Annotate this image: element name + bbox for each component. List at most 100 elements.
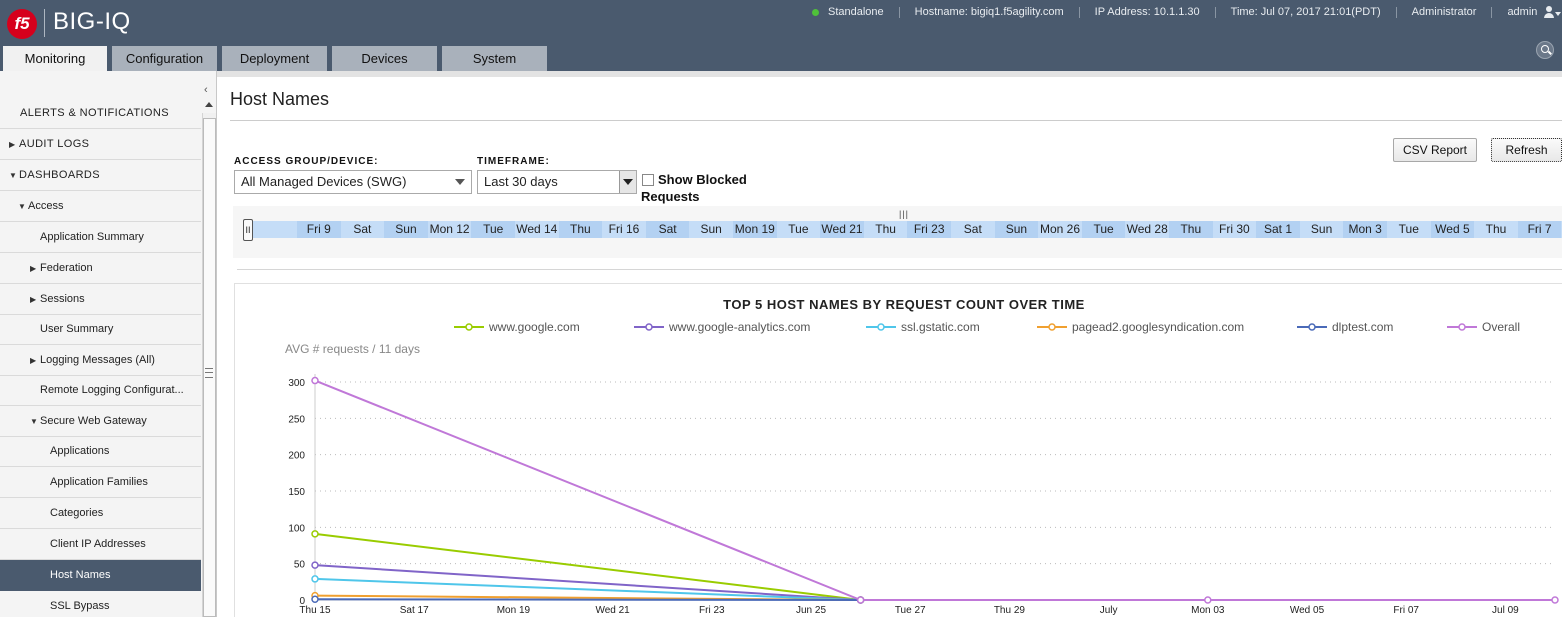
data-point [311,530,319,538]
timeline-day-label: Sat [353,222,372,236]
sidebar-item-label: Applications [50,445,110,457]
top-bar: f5 BIG-IQ Standalone Hostname: bigiq1.f5… [0,0,1562,71]
timeline-day-label: Thu [1485,222,1507,236]
tab-devices[interactable]: Devices [332,46,437,71]
status-bar: Standalone Hostname: bigiq1.f5agility.co… [812,5,1562,19]
f5-logo[interactable]: f5 [7,9,37,39]
timeframe-value: Last 30 days [484,174,558,189]
data-point [311,376,319,385]
timeline-day-label: Sat [963,222,982,236]
x-tick-label: Sat 17 [400,605,429,616]
timeline-day-label: Tue [1081,221,1126,238]
content-top-strip [217,71,1562,77]
x-tick-label: Mon 03 [1191,605,1225,616]
show-blocked-label: Show Blocked Requests [641,172,747,204]
timeline-day-label: Fri 9 [297,221,341,238]
legend-marker [1308,323,1316,331]
caret-down-icon[interactable]: ▼ [9,161,19,190]
sidebar-item-secure-web-gateway[interactable]: ▼ Secure Web Gateway [0,406,201,437]
sidebar-item-label: Categories [50,507,104,519]
scroll-up-icon[interactable] [205,102,213,107]
x-tick-label: Wed 05 [1290,605,1325,616]
x-tick-label: Thu 15 [299,605,331,616]
sidebar-item-label: AUDIT LOGS [19,138,90,150]
timeline-day-label: Fri 7 [1517,221,1562,238]
series-line [314,379,1555,601]
data-point [311,575,319,583]
sidebar-item-alerts-notifications[interactable]: ALERTS & NOTIFICATIONS [0,98,201,129]
csv-report-button[interactable]: CSV Report [1393,138,1477,162]
user-menu-icon[interactable] [1544,5,1562,19]
data-point [1551,596,1559,604]
sidebar-item-access[interactable]: ▼ Access [0,191,201,222]
caret-right-icon[interactable]: ▶ [9,130,19,159]
dropdown-arrow-icon[interactable] [619,171,636,193]
legend-label: ssl.gstatic.com [901,320,980,334]
sidebar-item-label: Logging Messages (All) [40,354,155,366]
sidebar-item-label: DASHBOARDS [19,169,101,181]
sidebar-item-ssl-bypass[interactable]: SSL Bypass [0,591,201,617]
timeline-day-label: Wed 14 [516,222,558,236]
sidebar-item-client-ip-addresses[interactable]: Client IP Addresses [0,529,201,560]
series-line [314,598,861,601]
sidebar-item-dashboards[interactable]: ▼ DASHBOARDS [0,160,201,191]
sidebar-item-remote-logging-configurat[interactable]: Remote Logging Configurat... [0,375,201,406]
timeline-day-label: Tue [471,221,515,238]
caret-down-icon[interactable]: ▼ [18,192,28,221]
legend-label: www.google.com [488,320,580,334]
sidebar-item-applications[interactable]: Applications [0,436,201,467]
sidebar-item-host-names[interactable]: Host Names [0,560,201,591]
show-blocked-checkbox[interactable] [642,174,654,186]
caret-right-icon[interactable]: ▶ [30,285,40,314]
sidebar-item-label: Federation [40,262,93,274]
timeframe-select[interactable]: Last 30 days [477,170,637,194]
timeline-grip-icon[interactable]: ||| [899,209,909,219]
sidebar-item-logging-messages-all[interactable]: ▶ Logging Messages (All) [0,345,201,376]
sidebar-item-label: User Summary [40,323,114,335]
legend-label: dlptest.com [1332,320,1393,334]
x-tick-label: July [1100,605,1118,616]
tab-system[interactable]: System [442,46,547,71]
dropdown-arrow-icon [455,179,465,185]
timeline-day-label: Sun [700,222,722,236]
tab-deployment[interactable]: Deployment [222,46,327,71]
timeline-day-label: Tue [788,222,809,236]
sidebar-item-sessions[interactable]: ▶ Sessions [0,284,201,315]
sidebar-item-label: Sessions [40,293,85,305]
x-tick-label: Wed 21 [595,605,630,616]
access-group-select[interactable]: All Managed Devices (SWG) [234,170,472,194]
x-tick-label: Tue 27 [895,605,926,616]
collapse-sidebar-icon[interactable]: ‹ [204,84,214,96]
tab-configuration[interactable]: Configuration [112,46,217,71]
tab-monitoring[interactable]: Monitoring [3,46,107,71]
legend-marker [877,323,885,331]
caret-right-icon[interactable]: ▶ [30,254,40,283]
caret-right-icon[interactable]: ▶ [30,346,40,375]
sidebar-item-application-families[interactable]: Application Families [0,467,201,498]
sidebar-item-user-summary[interactable]: User Summary [0,314,201,345]
timeline-handle[interactable]: II [243,219,253,241]
status-divider [898,6,900,18]
timeframe-label: TIMEFRAME: [477,156,550,167]
timeline-day-label: Sat 1 [1256,221,1300,238]
timeline-day-label: Sun [994,221,1039,238]
sidebar-item-federation[interactable]: ▶ Federation [0,253,201,284]
sidebar-item-label: Access [28,200,64,212]
sidebar-item-application-summary[interactable]: Application Summary [0,222,201,253]
product-name: BIG-IQ [53,8,131,35]
resize-handle-icon[interactable] [205,368,213,378]
sidebar-item-label: Secure Web Gateway [40,415,147,427]
sidebar-item-audit-logs[interactable]: ▶ AUDIT LOGS [0,129,201,160]
refresh-button[interactable]: Refresh [1491,138,1562,162]
timeline-day-label: Thu [1169,221,1213,238]
legend-marker [465,323,473,331]
caret-down-icon[interactable]: ▼ [30,407,40,436]
timeline-day-label: Mon 12 [429,222,470,236]
username[interactable]: admin [1507,6,1537,18]
sidebar-item-categories[interactable]: Categories [0,498,201,529]
y-tick-label: 100 [288,523,305,534]
x-tick-label: Jul 09 [1492,605,1519,616]
x-tick-label: Fri 07 [1393,605,1419,616]
hostname: Hostname: bigiq1.f5agility.com [914,6,1064,18]
search-icon[interactable] [1536,41,1554,59]
